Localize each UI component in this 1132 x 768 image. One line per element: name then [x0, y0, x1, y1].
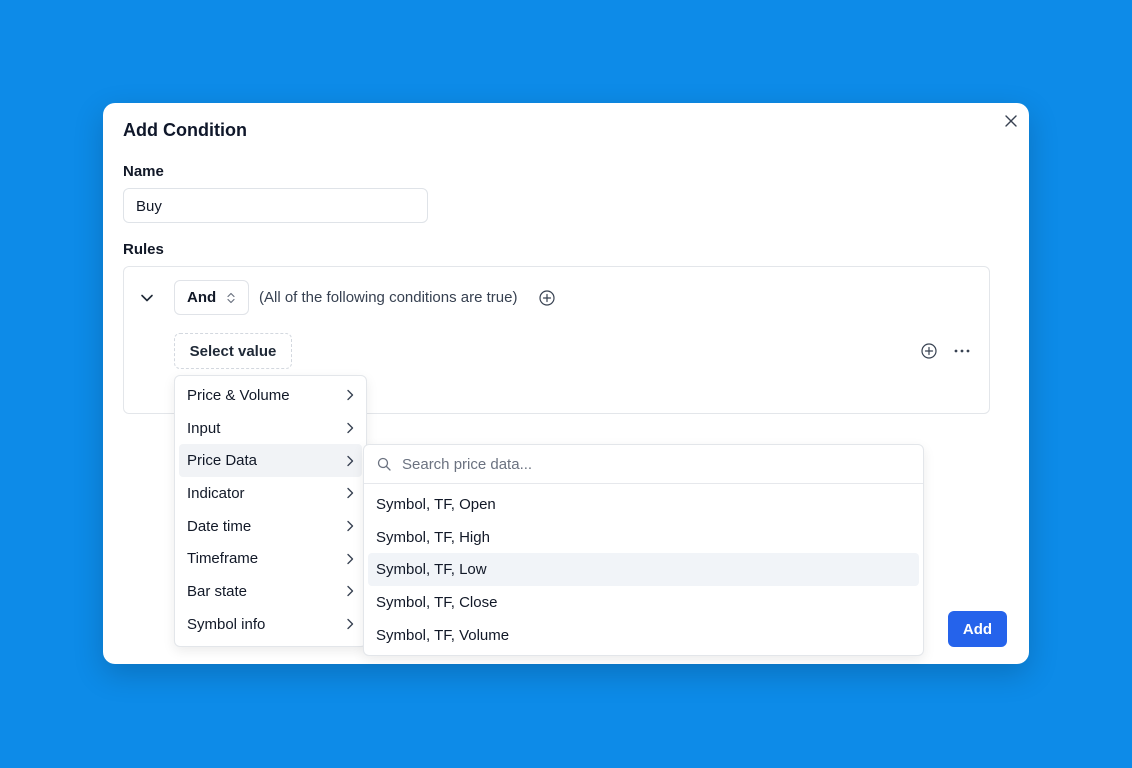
submenu-search	[364, 445, 923, 484]
menu-item-label: Indicator	[187, 484, 245, 502]
operator-select[interactable]: And	[174, 280, 249, 315]
menu-item-bar-state[interactable]: Bar state	[179, 575, 362, 608]
dialog-title: Add Condition	[123, 120, 247, 140]
operator-value: And	[187, 289, 217, 306]
add-rule-icon[interactable]	[921, 343, 937, 359]
menu-item-input[interactable]: Input	[179, 412, 362, 445]
chevron-right-icon	[347, 586, 354, 597]
chevron-right-icon	[347, 488, 354, 499]
operator-description: (All of the following conditions are tru…	[259, 289, 518, 306]
menu-item-date-time[interactable]: Date time	[179, 510, 362, 543]
select-value-button[interactable]: Select value	[174, 333, 292, 369]
menu-item-label: Date time	[187, 517, 252, 535]
chevron-up-down-icon	[227, 292, 235, 303]
chevron-right-icon	[347, 553, 354, 564]
more-options-icon[interactable]	[954, 349, 970, 353]
submenu-item-high[interactable]: Symbol, TF, High	[368, 521, 919, 554]
submenu-item-close[interactable]: Symbol, TF, Close	[368, 586, 919, 619]
chevron-right-icon	[347, 455, 354, 466]
menu-item-label: Input	[187, 419, 221, 437]
submenu-item-low[interactable]: Symbol, TF, Low	[368, 553, 919, 587]
price-data-submenu: Symbol, TF, Open Symbol, TF, High Symbol…	[363, 444, 924, 656]
menu-item-price-data[interactable]: Price Data	[179, 444, 362, 478]
search-input[interactable]	[400, 454, 884, 474]
submenu-item-volume[interactable]: Symbol, TF, Volume	[368, 619, 919, 652]
menu-item-label: Symbol info	[187, 615, 266, 633]
menu-item-label: Bar state	[187, 582, 248, 600]
name-label: Name	[123, 163, 164, 180]
search-icon	[377, 457, 391, 471]
price-data-list: Symbol, TF, Open Symbol, TF, High Symbol…	[364, 484, 923, 655]
name-input[interactable]: Buy	[123, 188, 428, 223]
close-icon[interactable]	[1003, 113, 1019, 129]
add-group-icon[interactable]	[539, 290, 555, 306]
chevron-right-icon	[347, 520, 354, 532]
menu-item-price-volume[interactable]: Price & Volume	[179, 379, 362, 412]
value-type-menu: Price & Volume Input Price Data Indicato…	[174, 375, 367, 647]
chevron-right-icon	[347, 422, 354, 434]
chevron-right-icon	[347, 618, 354, 630]
menu-item-symbol-info[interactable]: Symbol info	[179, 608, 362, 641]
chevron-right-icon	[347, 390, 354, 401]
add-button[interactable]: Add	[948, 611, 1007, 647]
menu-item-indicator[interactable]: Indicator	[179, 477, 362, 510]
submenu-item-open[interactable]: Symbol, TF, Open	[368, 488, 919, 521]
menu-item-timeframe[interactable]: Timeframe	[179, 542, 362, 575]
rules-label: Rules	[123, 241, 164, 258]
menu-item-label: Price & Volume	[187, 386, 290, 404]
menu-item-label: Timeframe	[187, 550, 259, 568]
chevron-down-icon[interactable]	[140, 291, 154, 305]
menu-item-label: Price Data	[187, 452, 258, 470]
